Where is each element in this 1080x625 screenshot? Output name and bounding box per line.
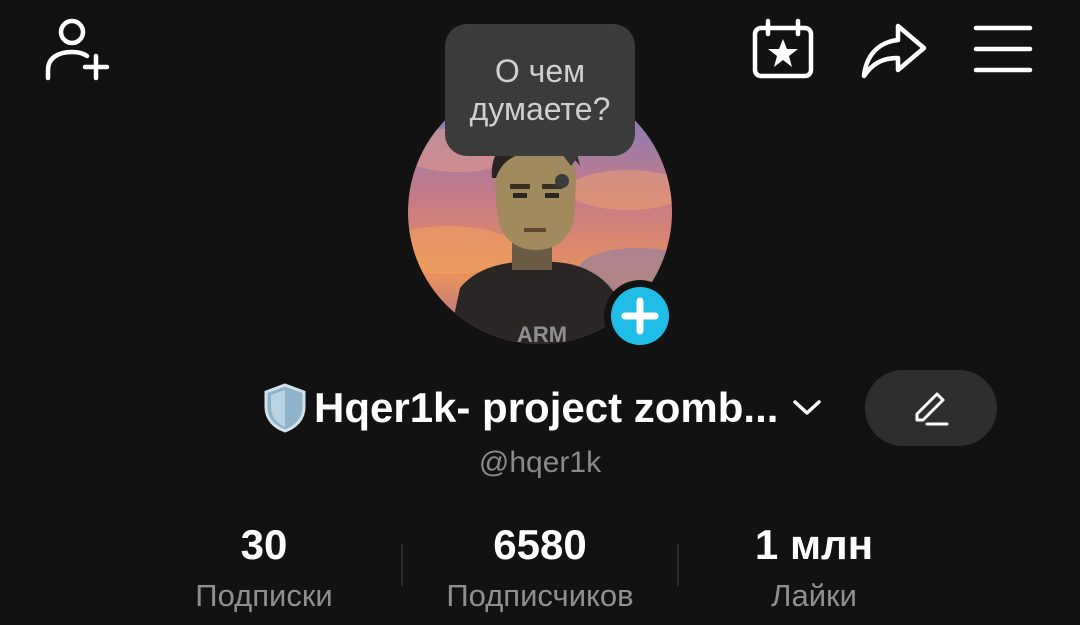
stat-likes-label: Лайки (771, 578, 857, 613)
stat-likes-value: 1 млн (754, 521, 874, 568)
status-bubble-dot (555, 174, 569, 188)
stat-following[interactable]: 30 Подписки (164, 520, 364, 618)
menu-icon[interactable] (972, 22, 1034, 76)
stat-following-label: Подписки (195, 578, 333, 613)
pencil-icon (915, 392, 949, 426)
calendar-star-icon[interactable] (750, 18, 816, 80)
chevron-down-icon[interactable] (792, 398, 822, 418)
add-friend-icon[interactable] (42, 16, 114, 82)
stat-followers[interactable]: 6580 Подписчиков (410, 520, 670, 618)
profile-display-name: Hqer1k- project zomb... (314, 384, 779, 431)
status-bubble-tail (559, 150, 583, 166)
stat-followers-value: 6580 (493, 521, 587, 568)
stat-followers-label: Подписчиков (446, 578, 634, 613)
stat-divider (677, 544, 679, 586)
stat-likes[interactable]: 1 млн Лайки (714, 520, 914, 618)
stat-following-value: 30 (240, 521, 288, 568)
share-icon[interactable] (858, 20, 930, 80)
status-bubble-line2: думаете? (469, 91, 611, 127)
svg-text:ARM: ARM (517, 322, 567, 344)
stat-divider (401, 544, 403, 586)
shield-icon (264, 383, 306, 433)
plus-icon (621, 297, 659, 335)
profile-name-row[interactable]: Hqer1k- project zomb... (262, 380, 822, 436)
status-bubble[interactable]: О чем думаете? (445, 24, 635, 156)
add-story-button[interactable] (604, 280, 676, 352)
status-bubble-line1: О чем (494, 53, 586, 89)
profile-handle: @hqer1k (478, 446, 602, 479)
edit-profile-button[interactable] (865, 370, 997, 446)
